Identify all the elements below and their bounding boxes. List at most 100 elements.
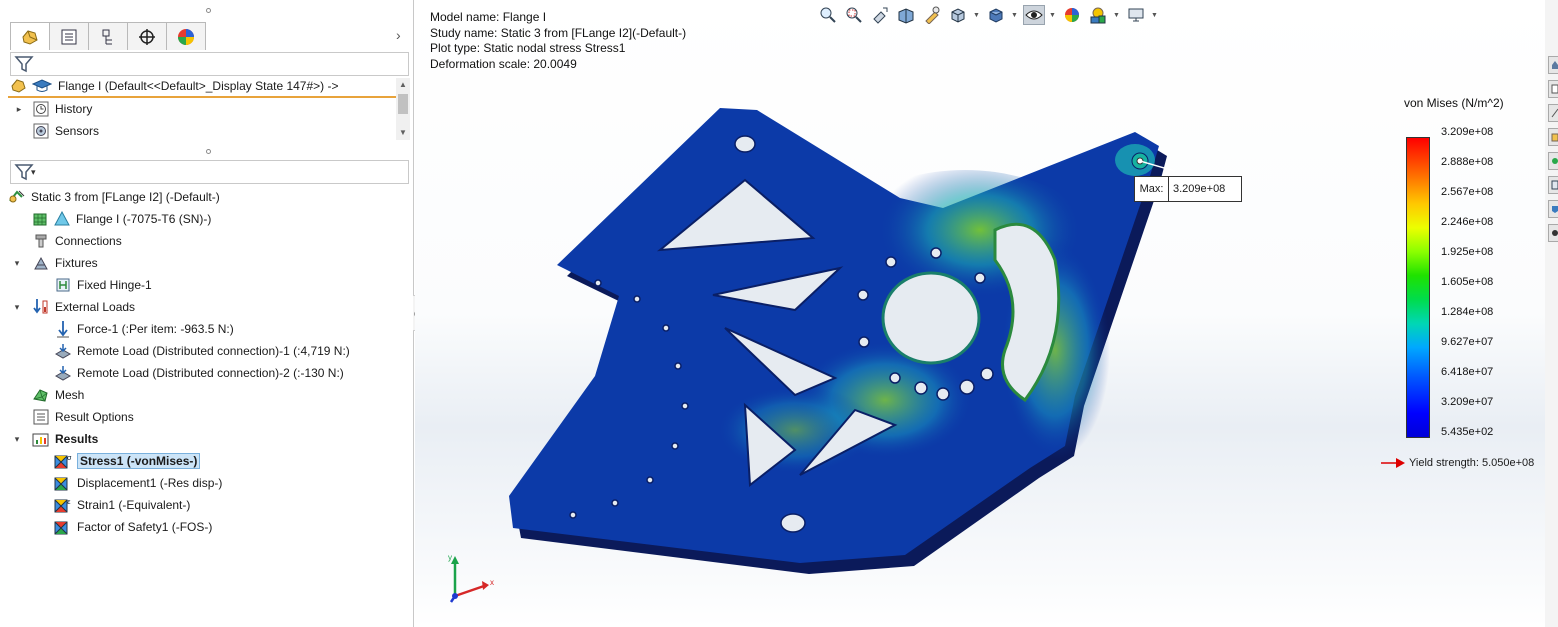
tree-item-stress1-selected[interactable]: σ Stress1 (-vonMises-): [54, 450, 201, 472]
tree-item-label: Force-1 (:Per item: -963.5 N:): [77, 322, 234, 336]
hide-show-dropdown-icon[interactable]: ▼: [1049, 12, 1057, 19]
hinge-icon: [54, 276, 72, 294]
tab-display-manager[interactable]: [166, 22, 206, 50]
deformation-scale-text: Deformation scale: 20.0049: [430, 56, 577, 71]
tree-item-sensors[interactable]: Sensors: [32, 120, 99, 142]
tree-item-label: External Loads: [55, 300, 136, 314]
task-pane-appearances-icon[interactable]: [1548, 200, 1558, 218]
task-pane-resources-icon[interactable]: [1548, 80, 1558, 98]
tree-item-results[interactable]: Results: [32, 428, 98, 450]
chevron-right-icon[interactable]: ›: [396, 28, 408, 42]
legend-tick-label: 3.209e+07: [1441, 396, 1494, 408]
remote-load-icon: [54, 342, 72, 360]
stress-plot-model[interactable]: [495, 100, 1175, 580]
tab-configuration-manager[interactable]: [88, 22, 128, 50]
legend-title: von Mises (N/m^2): [1404, 96, 1504, 110]
collapse-results-icon[interactable]: ▾: [12, 434, 22, 444]
force-arrow-icon: [54, 320, 72, 338]
tree-item-force[interactable]: Force-1 (:Per item: -963.5 N:): [54, 318, 234, 340]
connections-icon: [32, 232, 50, 250]
feature-tree: Flange I (Default<<Default>_Display Stat…: [8, 76, 412, 142]
tab-feature-manager[interactable]: [10, 22, 50, 50]
panel-grip-middle[interactable]: [206, 149, 211, 154]
graphics-viewport[interactable]: Model name: Flange I Study name: Static …: [415, 0, 1545, 627]
triad-y-label: y: [448, 553, 452, 562]
tree-item-study[interactable]: Static 3 from [FLange I2] (-Default-): [8, 186, 220, 208]
tab-property-manager[interactable]: [49, 22, 89, 50]
zoom-to-fit-button[interactable]: [817, 5, 839, 25]
tree-item-result-options[interactable]: Result Options: [32, 406, 134, 428]
view-orientation-button[interactable]: [947, 5, 969, 25]
tree-item-remote-load-1[interactable]: Remote Load (Distributed connection)-1 (…: [54, 340, 350, 362]
task-pane-design-library-icon[interactable]: [1548, 104, 1558, 122]
tree-item-label: Displacement1 (-Res disp-): [77, 476, 223, 490]
view-settings-button[interactable]: [1125, 5, 1147, 25]
filter-box-simulation[interactable]: ▾: [10, 160, 409, 184]
tree-item-factor-of-safety1[interactable]: Factor of Safety1 (-FOS-): [54, 516, 212, 538]
previous-view-icon: [873, 7, 888, 24]
tree-item-label: Stress1 (-vonMises-): [77, 453, 201, 469]
results-folder-icon: [32, 430, 50, 448]
display-style-button[interactable]: [985, 5, 1007, 25]
scrollbar-thumb[interactable]: [398, 94, 408, 114]
tree-root-part[interactable]: Flange I (Default<<Default>_Display Stat…: [8, 76, 398, 98]
legend-tick-label: 5.435e+02: [1441, 426, 1494, 438]
stress-plot-icon: σ: [54, 452, 72, 470]
collapse-fixtures-icon[interactable]: ▾: [12, 258, 22, 268]
feature-manager-icon: [22, 29, 38, 45]
view-settings-dropdown-icon[interactable]: ▼: [1151, 12, 1159, 19]
view-orientation-dropdown-icon[interactable]: ▼: [973, 12, 981, 19]
tree-item-history[interactable]: History: [32, 98, 92, 120]
tree-item-label: Results: [55, 432, 99, 446]
tree-item-part[interactable]: Flange I (-7075-T6 (SN)-): [32, 208, 211, 230]
tree-item-connections[interactable]: Connections: [32, 230, 122, 252]
result-options-icon: [32, 408, 50, 426]
tree-item-label: Flange I (-7075-T6 (SN)-): [76, 212, 212, 226]
legend-tick-label: 9.627e+07: [1441, 336, 1494, 348]
zoom-to-area-button[interactable]: [843, 5, 865, 25]
tree-item-mesh[interactable]: Mesh: [32, 384, 84, 406]
task-pane-search-icon[interactable]: [1548, 152, 1558, 170]
scroll-up-icon[interactable]: ▲: [398, 80, 408, 90]
tree-item-remote-load-2[interactable]: Remote Load (Distributed connection)-2 (…: [54, 362, 344, 384]
tree-item-external-loads[interactable]: External Loads: [32, 296, 135, 318]
tab-dimxpert-manager[interactable]: [127, 22, 167, 50]
task-pane-custom-properties-icon[interactable]: [1548, 224, 1558, 242]
study-icon: [8, 188, 26, 206]
scroll-down-icon[interactable]: ▼: [398, 128, 408, 138]
max-value-probe[interactable]: Max: 3.209e+08: [1134, 176, 1242, 202]
collapse-external-loads-icon[interactable]: ▾: [12, 302, 22, 312]
tree-item-label: Connections: [55, 234, 122, 248]
dynamic-annotation-button[interactable]: [921, 5, 943, 25]
tree-item-fixed-hinge[interactable]: Fixed Hinge-1: [54, 274, 152, 296]
tree-root-label: Flange I (Default<<Default>_Display Stat…: [58, 79, 339, 93]
edit-appearance-button[interactable]: [1061, 5, 1083, 25]
apply-scene-button[interactable]: [1087, 5, 1109, 25]
plot-type-text: Plot type: Static nodal stress Stress1: [430, 41, 626, 55]
filter-box-top[interactable]: [10, 52, 409, 76]
section-view-button[interactable]: [895, 5, 917, 25]
tree-item-strain1[interactable]: ε Strain1 (-Equivalent-): [54, 494, 190, 516]
tree-item-label: History: [55, 102, 93, 116]
expand-history-icon[interactable]: ▸: [14, 104, 24, 114]
display-style-dropdown-icon[interactable]: ▼: [1011, 12, 1019, 19]
tree-item-label: Remote Load (Distributed connection)-2 (…: [77, 366, 344, 380]
apply-scene-dropdown-icon[interactable]: ▼: [1113, 12, 1121, 19]
panel-grip-top[interactable]: [206, 8, 211, 13]
color-legend-bar[interactable]: [1406, 137, 1430, 438]
view-orientation-icon: [951, 8, 965, 23]
task-pane-view-palette-icon[interactable]: [1548, 176, 1558, 194]
display-manager-icon: [178, 28, 194, 45]
previous-view-button[interactable]: [869, 5, 891, 25]
tree-item-fixtures[interactable]: Fixtures: [32, 252, 98, 274]
hide-show-items-button[interactable]: [1023, 5, 1045, 25]
tree-item-label: Mesh: [55, 388, 85, 402]
task-pane-home-icon[interactable]: [1548, 56, 1558, 74]
task-pane-file-explorer-icon[interactable]: [1548, 128, 1558, 146]
eye-icon: [1025, 10, 1043, 20]
yield-strength-text: Yield strength: 5.050e+08: [1409, 457, 1535, 469]
tree-item-displacement1[interactable]: Displacement1 (-Res disp-): [54, 472, 222, 494]
filter-dropdown-caret[interactable]: ▾: [31, 167, 36, 178]
tree-item-label: Factor of Safety1 (-FOS-): [77, 520, 213, 534]
tree-scrollbar[interactable]: ▲ ▼: [396, 78, 410, 140]
